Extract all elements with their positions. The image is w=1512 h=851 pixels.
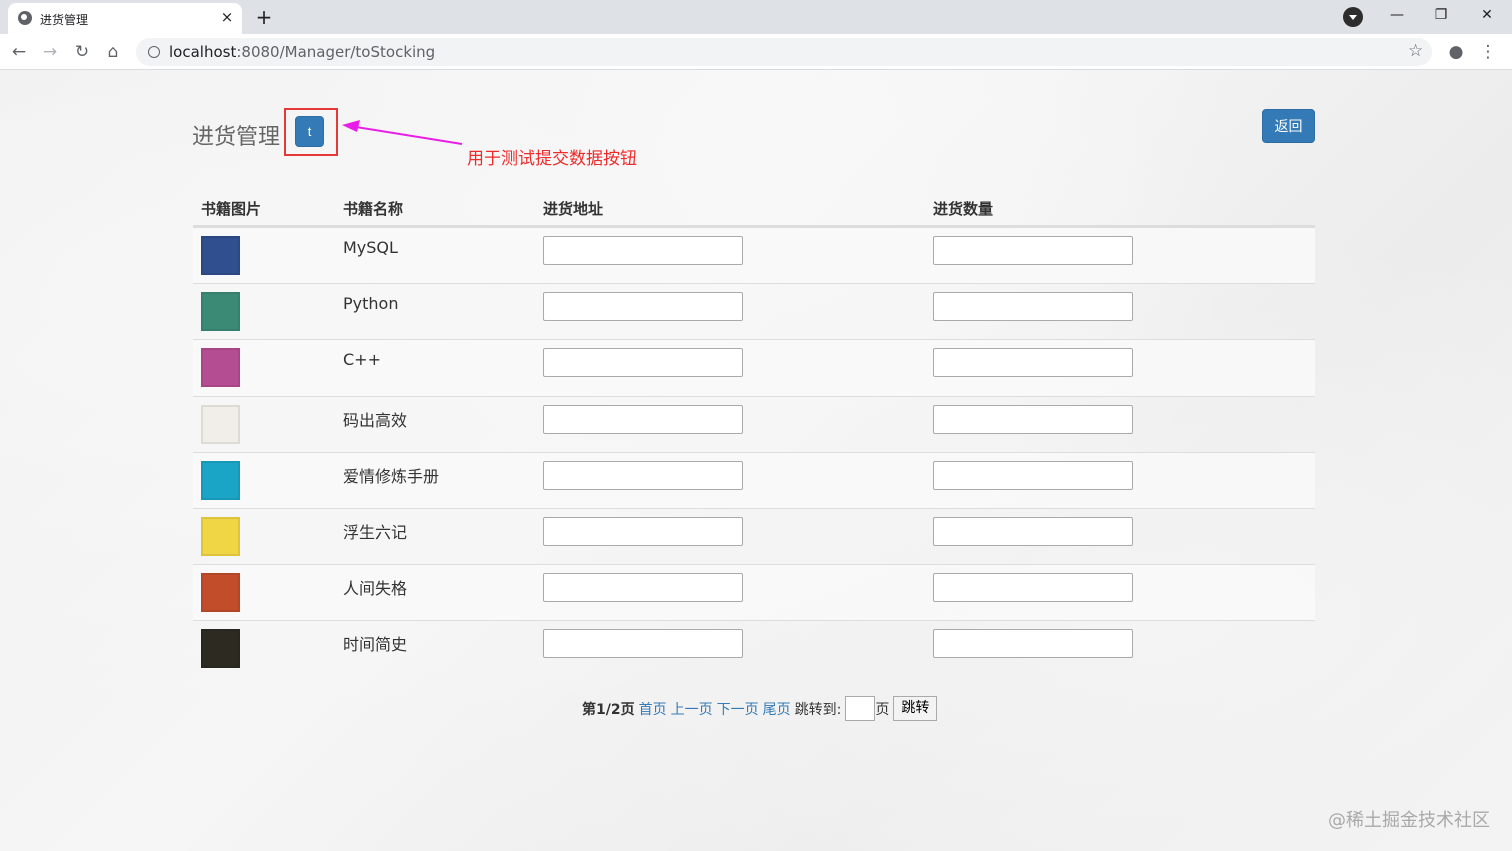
page-info: 第1/2页 xyxy=(582,701,635,718)
book-cover-image xyxy=(201,516,240,556)
table-row: Python xyxy=(193,283,1315,339)
pagination: 第1/2页 首页 上一页 下一页 尾页 跳转到: 页 跳转 xyxy=(582,696,938,721)
address-bar[interactable]: localhost:8080/Manager/toStocking ☆ xyxy=(136,38,1432,66)
page-suffix: 页 xyxy=(875,701,890,718)
test-submit-button[interactable]: t xyxy=(295,116,324,147)
table-header: 书籍图片 书籍名称 进货地址 进货数量 xyxy=(193,191,1315,227)
prev-page-link[interactable]: 上一页 xyxy=(671,699,713,719)
menu-dots-icon[interactable]: ⋮ xyxy=(1476,40,1500,64)
table-row: MySQL xyxy=(193,227,1315,284)
book-name: 人间失格 xyxy=(343,579,408,599)
stock-quantity-input[interactable] xyxy=(933,629,1133,659)
stock-quantity-input[interactable] xyxy=(933,404,1133,434)
forward-arrow-icon[interactable]: → xyxy=(38,40,62,64)
url-text: localhost:8080/Manager/toStocking xyxy=(169,43,435,61)
stock-address-input[interactable] xyxy=(543,404,743,434)
url-host: localhost xyxy=(169,43,237,61)
stock-quantity-input[interactable] xyxy=(933,348,1133,378)
header-quantity: 进货数量 xyxy=(933,200,994,218)
close-window-button[interactable]: ✕ xyxy=(1472,4,1502,26)
stock-quantity-input[interactable] xyxy=(933,460,1133,490)
table-row: 码出高效 xyxy=(193,395,1315,452)
stock-address-input[interactable] xyxy=(543,629,743,659)
table-body: MySQL Python C++ 码出高效爱情修炼手册 浮生六记人间失格时间简史 xyxy=(193,227,1315,677)
new-tab-button[interactable]: + xyxy=(252,5,276,29)
first-page-link[interactable]: 首页 xyxy=(639,699,667,719)
page-title: 进货管理 xyxy=(192,125,281,150)
stock-quantity-input[interactable] xyxy=(933,292,1133,322)
browser-tab-bar: 进货管理 × + — ❐ ✕ xyxy=(0,0,1512,34)
browser-tab[interactable]: 进货管理 × xyxy=(8,3,242,34)
maximize-button[interactable]: ❐ xyxy=(1426,4,1456,26)
table-row: 浮生六记 xyxy=(193,507,1315,564)
stock-address-input[interactable] xyxy=(543,236,743,265)
site-info-icon[interactable] xyxy=(148,46,160,58)
table-row: C++ xyxy=(193,339,1315,396)
back-button[interactable]: 返回 xyxy=(1262,109,1315,143)
book-cover-image xyxy=(201,236,240,275)
url-path: :8080/Manager/toStocking xyxy=(236,43,436,61)
header-cover: 书籍图片 xyxy=(201,200,262,218)
book-name: 浮生六记 xyxy=(343,522,408,542)
table-row: 时间简史 xyxy=(193,620,1315,676)
stock-quantity-input[interactable] xyxy=(933,516,1133,546)
tab-close-icon[interactable]: × xyxy=(218,8,236,26)
jump-page-input[interactable] xyxy=(845,696,876,721)
book-cover-image xyxy=(201,460,240,500)
book-name: MySQL xyxy=(343,238,398,257)
stock-quantity-input[interactable] xyxy=(933,236,1133,265)
book-name: 时间简史 xyxy=(343,635,408,655)
tab-title: 进货管理 xyxy=(40,13,89,27)
minimize-button[interactable]: — xyxy=(1382,4,1412,26)
book-name: Python xyxy=(343,294,399,314)
book-cover-image xyxy=(201,573,240,613)
browser-toolbar: ← → ↻ ⌂ localhost:8080/Manager/toStockin… xyxy=(0,34,1512,70)
globe-icon xyxy=(18,11,32,25)
next-page-link[interactable]: 下一页 xyxy=(717,699,759,719)
bookmark-star-icon[interactable]: ☆ xyxy=(1408,41,1423,61)
last-page-link[interactable]: 尾页 xyxy=(763,699,791,719)
watermark: @稀土掘金技术社区 xyxy=(1328,810,1490,831)
stock-address-input[interactable] xyxy=(543,460,743,490)
page-content: 进货管理 t 用于测试提交数据按钮 返回 书籍图片 书籍名称 进货地址 进货数量… xyxy=(0,70,1512,851)
annotation-text: 用于测试提交数据按钮 xyxy=(467,149,637,169)
account-icon[interactable]: ● xyxy=(1444,40,1468,64)
book-cover-image xyxy=(201,348,240,388)
stock-address-input[interactable] xyxy=(543,348,743,378)
book-cover-image xyxy=(201,404,240,444)
jump-button[interactable]: 跳转 xyxy=(893,696,938,721)
stock-address-input[interactable] xyxy=(543,516,743,546)
book-name: 爱情修炼手册 xyxy=(343,466,440,486)
header-name: 书籍名称 xyxy=(343,200,404,218)
tab-search-icon[interactable] xyxy=(1343,7,1363,27)
home-icon[interactable]: ⌂ xyxy=(101,40,125,64)
book-name: 码出高效 xyxy=(343,410,408,430)
book-cover-image xyxy=(201,629,240,669)
table-row: 人间失格 xyxy=(193,564,1315,621)
book-name: C++ xyxy=(343,350,381,370)
book-cover-image xyxy=(201,292,240,332)
stocking-table: 书籍图片 书籍名称 进货地址 进货数量 MySQL Python C++ 码出高效爱情… xyxy=(193,191,1315,677)
stock-address-input[interactable] xyxy=(543,292,743,322)
stock-address-input[interactable] xyxy=(543,573,743,603)
annotation-arrow-icon xyxy=(342,120,463,145)
reload-icon[interactable]: ↻ xyxy=(70,40,94,64)
stock-quantity-input[interactable] xyxy=(933,573,1133,603)
table-row: 爱情修炼手册 xyxy=(193,451,1315,508)
back-arrow-icon[interactable]: ← xyxy=(7,40,31,64)
jump-label: 跳转到: xyxy=(794,701,842,718)
header-address: 进货地址 xyxy=(543,200,604,218)
